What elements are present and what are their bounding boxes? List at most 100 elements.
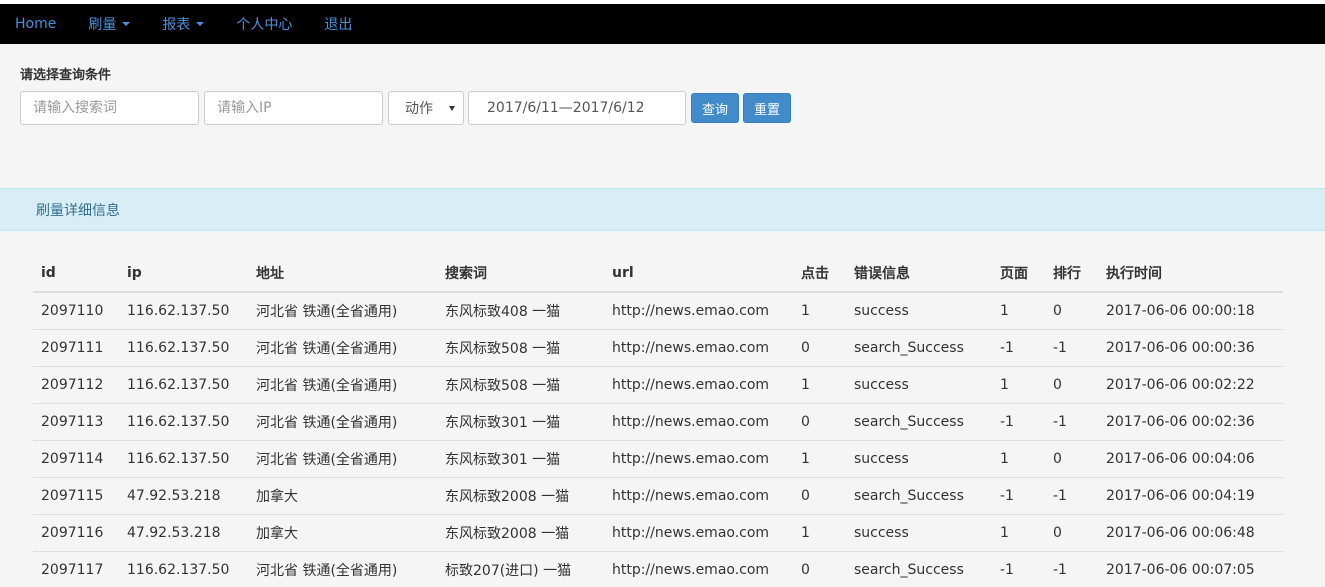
table-cell: 47.92.53.218: [119, 477, 248, 515]
table-cell: 河北省 铁通(全省通用): [248, 292, 437, 330]
column-header: ip: [119, 255, 248, 293]
table-cell: -1: [992, 329, 1045, 367]
table-cell: 2097110: [33, 292, 119, 330]
table-cell: 河北省 铁通(全省通用): [248, 329, 437, 367]
table-cell: http://news.emao.com: [604, 514, 793, 552]
table-cell: http://news.emao.com: [604, 366, 793, 404]
table-cell: 河北省 铁通(全省通用): [248, 366, 437, 404]
table-cell: 1: [992, 366, 1045, 404]
table-cell: 加拿大: [248, 514, 437, 552]
nav-item-label: 退出: [324, 17, 353, 33]
table-cell: 0: [793, 477, 846, 515]
table-cell: http://news.emao.com: [604, 477, 793, 515]
table-cell: 2097117: [33, 551, 119, 587]
query-button[interactable]: 查询: [691, 93, 740, 123]
table-cell: 116.62.137.50: [119, 329, 248, 367]
table-cell: 河北省 铁通(全省通用): [248, 440, 437, 478]
nav-item-label: 个人中心: [236, 17, 293, 33]
table-cell: 0: [793, 551, 846, 587]
table-cell: 116.62.137.50: [119, 292, 248, 330]
table-cell: 2017-06-06 00:04:06: [1098, 440, 1283, 478]
column-header: 点击: [793, 255, 846, 293]
table-cell: http://news.emao.com: [604, 329, 793, 367]
table-cell: -1: [992, 403, 1045, 441]
column-header: 排行: [1045, 255, 1098, 293]
table-cell: search_Success: [846, 329, 992, 367]
table-cell: 2017-06-06 00:06:48: [1098, 514, 1283, 552]
table-cell: 1: [992, 440, 1045, 478]
table-cell: 1: [793, 440, 846, 478]
table-cell: 2017-06-06 00:04:19: [1098, 477, 1283, 515]
table-cell: 2017-06-06 00:00:18: [1098, 292, 1283, 330]
nav-item-0[interactable]: Home: [15, 16, 56, 32]
table-cell: 116.62.137.50: [119, 551, 248, 587]
table-cell: 0: [1045, 366, 1098, 404]
table-cell: 2097115: [33, 477, 119, 515]
nav-item-2[interactable]: 报表: [162, 14, 205, 34]
table-cell: http://news.emao.com: [604, 551, 793, 587]
nav-item-label: 刷量: [88, 17, 117, 33]
nav-item-1[interactable]: 刷量: [88, 14, 131, 34]
table-cell: 1: [793, 514, 846, 552]
column-header: url: [604, 255, 793, 293]
table-cell: 0: [793, 329, 846, 367]
table-cell: 2017-06-06 00:07:05: [1098, 551, 1283, 587]
caret-down-icon: [196, 22, 205, 26]
date-range-input[interactable]: [468, 91, 686, 125]
table-cell: -1: [992, 477, 1045, 515]
table-cell: -1: [992, 551, 1045, 587]
ip-input[interactable]: [204, 91, 383, 125]
table-header-row: id ip 地址 搜索词 url 点击 错误信息 页面 排行 执行时间: [33, 255, 1283, 293]
table-cell: 标致207(进口) 一猫: [437, 551, 604, 587]
nav-item-4[interactable]: 退出: [324, 14, 352, 34]
table-cell: http://news.emao.com: [604, 292, 793, 330]
table-cell: 东风标致301 一猫: [437, 440, 604, 478]
table-cell: 加拿大: [248, 477, 437, 515]
table-cell: 1: [992, 292, 1045, 330]
table-cell: 116.62.137.50: [119, 440, 248, 478]
nav-item-label: Home: [15, 16, 57, 32]
table-cell: 0: [1045, 440, 1098, 478]
table-cell: success: [846, 292, 992, 330]
nav-item-3[interactable]: 个人中心: [236, 14, 292, 34]
table-row: 2097111 116.62.137.50 河北省 铁通(全省通用) 东风标致508 …: [33, 329, 1283, 367]
table-cell: 2097116: [33, 514, 119, 552]
table-cell: 河北省 铁通(全省通用): [248, 403, 437, 441]
table-cell: search_Success: [846, 551, 992, 587]
detail-table: id ip 地址 搜索词 url 点击 错误信息 页面 排行 执行时间 2097110 116.62…: [33, 255, 1283, 587]
table-cell: 0: [793, 403, 846, 441]
table-cell: success: [846, 514, 992, 552]
table-cell: 0: [1045, 514, 1098, 552]
table-row: 2097114 116.62.137.50 河北省 铁通(全省通用) 东风标致301 …: [33, 440, 1283, 478]
table-body: 2097110 116.62.137.50 河北省 铁通(全省通用) 东风标致408 …: [33, 292, 1283, 587]
table-cell: 1: [793, 366, 846, 404]
table-cell: -1: [1045, 329, 1098, 367]
table-cell: 河北省 铁通(全省通用): [248, 551, 437, 587]
table-cell: 东风标致508 一猫: [437, 329, 604, 367]
filter-row: 动作 查询 重置: [20, 91, 1325, 125]
column-header: 错误信息: [846, 255, 992, 293]
reset-button[interactable]: 重置: [743, 93, 792, 123]
table-cell: success: [846, 366, 992, 404]
action-select[interactable]: 动作: [388, 91, 464, 125]
table-row: 2097110 116.62.137.50 河北省 铁通(全省通用) 东风标致408 …: [33, 292, 1283, 330]
panel-heading: 刷量详细信息: [0, 188, 1325, 231]
table-row: 2097113 116.62.137.50 河北省 铁通(全省通用) 东风标致301 …: [33, 403, 1283, 441]
table-cell: 2097113: [33, 403, 119, 441]
filter-area: 请选择查询条件 动作 查询 重置: [0, 44, 1325, 188]
table-cell: 2097114: [33, 440, 119, 478]
table-cell: 1: [793, 292, 846, 330]
keyword-input[interactable]: [20, 91, 199, 125]
action-select-value: 动作: [405, 101, 433, 117]
table-row: 2097117 116.62.137.50 河北省 铁通(全省通用) 标致207(进口…: [33, 551, 1283, 587]
table-cell: 116.62.137.50: [119, 366, 248, 404]
panel-title: 刷量详细信息: [36, 202, 120, 219]
column-header: 页面: [992, 255, 1045, 293]
column-header: 地址: [248, 255, 437, 293]
column-header: id: [33, 255, 119, 293]
table-row: 2097116 47.92.53.218 加拿大 东风标致2008 一猫 http://…: [33, 514, 1283, 552]
table-cell: 东风标致2008 一猫: [437, 514, 604, 552]
table-cell: success: [846, 440, 992, 478]
table-cell: 116.62.137.50: [119, 403, 248, 441]
caret-down-icon: [122, 22, 131, 26]
